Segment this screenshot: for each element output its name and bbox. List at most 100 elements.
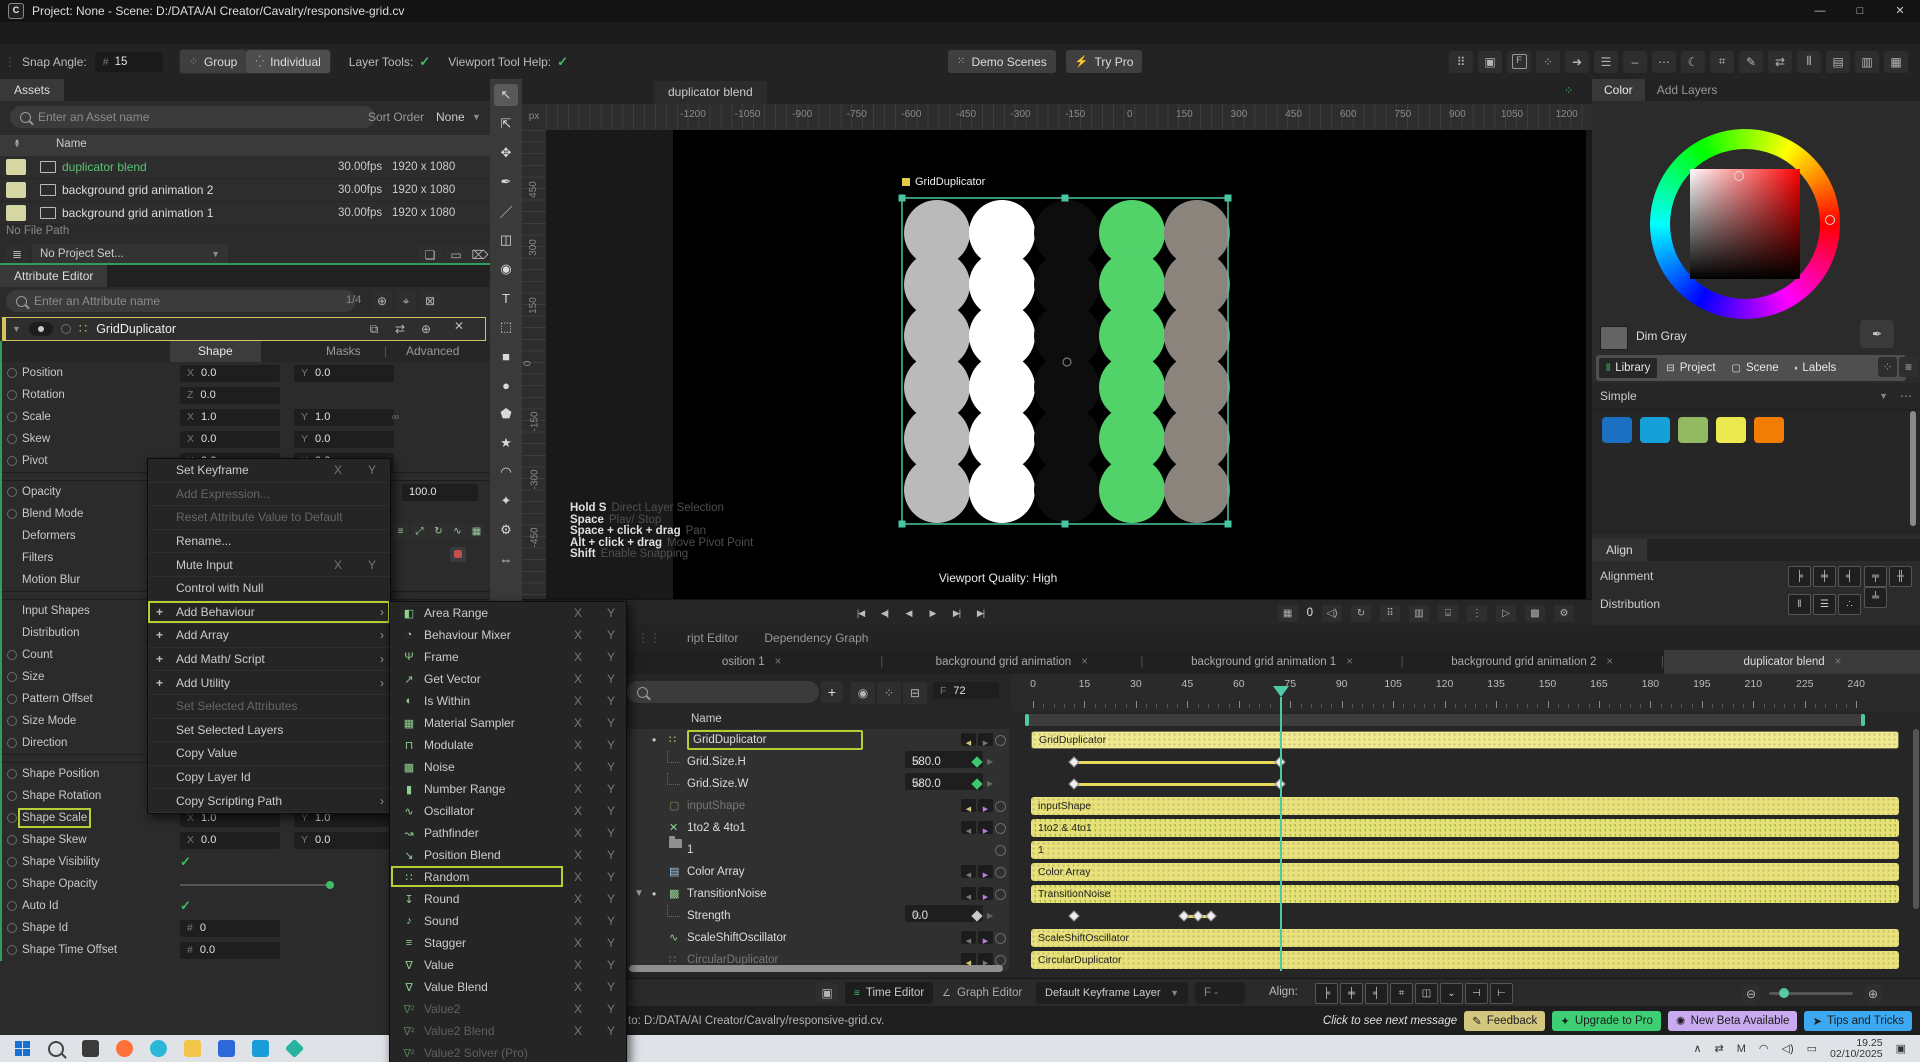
polygon-tool-icon[interactable]: ⬟ [494, 403, 518, 425]
submenu-item-value-blend[interactable]: ∇Value BlendXY [390, 976, 626, 998]
onion-skin-icon[interactable]: ◉ [851, 682, 875, 704]
guides-toggle-icon[interactable]: ▥ [1409, 605, 1429, 622]
attribute-search-input[interactable]: Enter an Attribute name [6, 290, 356, 312]
keyframe-circle[interactable] [7, 456, 17, 466]
start-button[interactable] [10, 1038, 34, 1060]
blue-app-icon[interactable] [214, 1038, 238, 1060]
file-explorer-icon[interactable] [180, 1038, 204, 1060]
value-field[interactable]: Y0.0 [294, 832, 394, 849]
battery-icon[interactable]: ▭ [1807, 1042, 1817, 1055]
overflow-icon[interactable]: ⋮ [1467, 605, 1487, 622]
timeline-tab-background-grid-animation-2[interactable]: background grid animation 2× [1404, 650, 1661, 674]
keyframe-circle[interactable] [7, 923, 17, 933]
keyframe-circle[interactable] [7, 813, 17, 823]
value-field[interactable]: Z0.0 [180, 387, 280, 404]
submenu-item-stagger[interactable]: ≡StaggerXY [390, 932, 626, 954]
render-icon[interactable]: ▷ [1496, 605, 1516, 622]
viewport-canvas[interactable]: GridDuplicator [673, 130, 1586, 599]
value-field[interactable]: %0.0 [905, 905, 983, 922]
project-icon[interactable]: ≣ [6, 244, 28, 264]
submenu-item-random[interactable]: ∷RandomXY [390, 866, 626, 888]
menu-item-set-selected-attributes[interactable]: Set Selected Attributes [148, 695, 390, 719]
submenu-item-material-sampler[interactable]: ▦Material SamplerXY [390, 712, 626, 734]
keyframe-circle[interactable] [7, 434, 17, 444]
align-v-button-0[interactable]: ╤ [1864, 566, 1887, 587]
snap-angle-field[interactable]: # 15 [95, 52, 163, 72]
columns-layout-icon[interactable]: ▥ [1855, 51, 1879, 73]
time-editor-button[interactable]: ≡Time Editor [845, 982, 933, 1004]
demo-scenes-button[interactable]: ⁙Demo Scenes [948, 50, 1056, 73]
submenu-item-value2[interactable]: ∇²Value2XY [390, 998, 626, 1020]
quick-icon-2[interactable]: ↻ [430, 523, 447, 539]
swatch-93ba63[interactable] [1678, 417, 1708, 443]
asset-search-input[interactable]: Enter an Asset name [10, 106, 375, 128]
track-bar[interactable]: 1to2 & 4to1 [1031, 819, 1899, 837]
frame-button-icon[interactable]: F [1507, 51, 1531, 73]
skip-end-button[interactable]: ▶| [972, 605, 989, 621]
menu-item-add-utility[interactable]: +Add Utility› [148, 671, 390, 695]
track-bar[interactable]: GridDuplicator [1031, 731, 1899, 749]
source-tab-scene[interactable]: ▢Scene [1725, 358, 1786, 378]
distribute-button-0[interactable]: ‖ [1788, 594, 1811, 615]
asset-row[interactable]: background grid animation 1 30.00fps 192… [0, 202, 490, 225]
expand-chevron-icon[interactable]: ▼ [634, 883, 644, 905]
timeline-tab-osition-1[interactable]: osition 1× [623, 650, 880, 674]
keyframe-circle[interactable] [7, 769, 17, 779]
in-connection-toggle[interactable]: ◀ [961, 887, 976, 900]
keyframe-circle[interactable] [995, 867, 1006, 878]
footer-align-button-2[interactable]: ╡ [1365, 983, 1388, 1004]
out-connection-toggle[interactable]: ▶ [978, 733, 993, 746]
keyframe-circle[interactable] [995, 801, 1006, 812]
in-connection-toggle[interactable]: ◀ [961, 733, 976, 746]
search-button[interactable] [44, 1038, 68, 1060]
align-h-button-1[interactable]: ╪ [1813, 566, 1836, 587]
frame-field[interactable]: F72 [933, 682, 999, 699]
expand-arrow-icon[interactable]: ▶ [987, 773, 993, 795]
minimize-button[interactable]: — [1800, 0, 1840, 22]
workspace-icon[interactable]: ▣ [1478, 51, 1502, 73]
pen-tilt-icon[interactable]: ✎ [1739, 51, 1763, 73]
track-bar[interactable]: inputShape [1031, 797, 1899, 815]
distribute-button-1[interactable]: ☰ [1813, 594, 1836, 615]
timeline-layer-inputshape[interactable]: ▢inputShape◀▶ [623, 795, 1009, 818]
tray-app-icon[interactable]: M [1737, 1043, 1746, 1055]
keyframe-circle[interactable] [995, 845, 1006, 856]
settings-tool-icon[interactable]: ⚙ [494, 519, 518, 541]
grid-view-icon[interactable]: ⁘ [1878, 357, 1897, 377]
footer-align-button-3[interactable]: ⌗ [1390, 983, 1413, 1004]
star-tool-icon[interactable]: ★ [494, 432, 518, 454]
timeline-tab-background-grid-animation[interactable]: background grid animation× [883, 650, 1140, 674]
out-connection-toggle[interactable]: ▶ [978, 799, 993, 812]
attribute-row-rotation[interactable]: RotationZ0.0 [2, 384, 492, 406]
grid-layout-icon[interactable]: ▦ [1884, 51, 1908, 73]
submenu-item-value2-solver-pro[interactable]: ∇²Value2 Solver (Pro) [390, 1042, 626, 1062]
menu-item-add-behaviour[interactable]: +Add Behaviour› [148, 601, 390, 625]
submenu-item-modulate[interactable]: ⊓ModulateXY [390, 734, 626, 756]
source-tab-project[interactable]: ⊟Project [1659, 358, 1722, 378]
submenu-item-get-vector[interactable]: ↗Get VectorXY [390, 668, 626, 690]
menu-item-add-expression[interactable]: Add Expression... [148, 483, 390, 507]
value-field[interactable]: #0 [180, 920, 280, 937]
hand-tool-icon[interactable]: ✥ [494, 142, 518, 164]
tab-color[interactable]: Color [1592, 79, 1645, 101]
rectangle-tool-icon[interactable]: ■ [494, 345, 518, 367]
record-toggle[interactable] [450, 547, 466, 562]
keyframe[interactable] [1178, 910, 1189, 921]
attribute-row-scale[interactable]: ScaleX1.0Y1.0∞ [2, 406, 492, 428]
value-field[interactable]: X0.0 [180, 832, 280, 849]
footer-align-button-5[interactable]: ⌄ [1440, 983, 1463, 1004]
value-field[interactable]: Y1.0 [294, 409, 394, 426]
keyframe-circle[interactable] [7, 945, 17, 955]
close-icon[interactable]: ✕ [454, 319, 464, 333]
submenu-item-frame[interactable]: ΨFrameXY [390, 646, 626, 668]
transform-tool-icon[interactable]: ⬚ [494, 316, 518, 338]
menu-item-copy-scripting-path[interactable]: Copy Scripting Path› [148, 789, 390, 813]
tab-dependency-graph[interactable]: Dependency Graph [764, 631, 868, 645]
volume-icon[interactable]: ◁) [1782, 1042, 1794, 1055]
asset-row[interactable]: duplicator blend 30.00fps 1920 x 1080 [0, 156, 490, 179]
feedback-badge[interactable]: ✎Feedback [1464, 1011, 1545, 1031]
footer-align-button-0[interactable]: ╞ [1315, 983, 1338, 1004]
focus-button[interactable]: ▣ [816, 983, 838, 1003]
horizontal-scrollbar[interactable] [629, 965, 1003, 972]
apps-grid-icon[interactable]: ⠿ [1449, 51, 1473, 73]
